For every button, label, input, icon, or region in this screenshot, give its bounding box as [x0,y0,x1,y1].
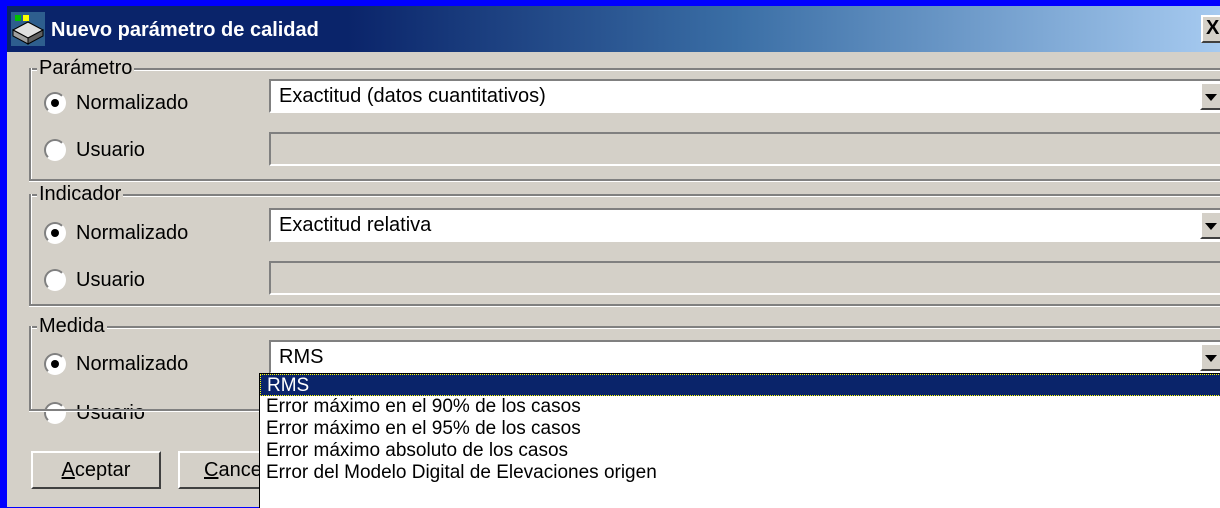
medida-combo[interactable]: RMS [269,340,1220,374]
radio-dot [51,99,59,107]
medida-normalizado-radio[interactable] [44,353,66,375]
group-indicador-legend: Indicador [37,182,124,206]
indicador-usuario-label[interactable]: Usuario [76,268,145,292]
indicador-combo[interactable]: Exactitud relativa [269,208,1220,242]
window-title: Nuevo parámetro de calidad [51,19,319,41]
dropdown-option[interactable]: Error máximo en el 90% de los casos [260,396,1220,418]
radio-dot [51,360,59,368]
accept-button[interactable]: Aceptar [31,451,161,489]
radio-dot [51,229,59,237]
map-icon [11,12,45,46]
group-indicador-left [29,194,31,306]
parametro-usuario-radio[interactable] [44,139,66,161]
dropdown-option[interactable]: Error máximo absoluto de los casos [260,440,1220,462]
indicador-normalizado-label[interactable]: Normalizado [76,221,188,245]
group-indicador-frame [29,194,1220,196]
chevron-down-icon [1205,355,1217,362]
parametro-combo-value: Exactitud (datos cuantitativos) [279,85,546,107]
medida-usuario-label[interactable]: Usuario [76,401,145,425]
close-icon: X [1206,17,1220,39]
title-bar[interactable]: Nuevo parámetro de calidad X [7,6,1220,52]
group-indicador-bottom [29,304,1220,306]
dropdown-option[interactable]: RMS [260,374,1220,396]
parametro-normalizado-label[interactable]: Normalizado [76,91,188,115]
chevron-down-icon [1205,94,1217,101]
medida-dropdown-button[interactable] [1200,343,1220,371]
parametro-combo[interactable]: Exactitud (datos cuantitativos) [269,79,1220,113]
group-medida-left [29,326,31,411]
parametro-usuario-label[interactable]: Usuario [76,138,145,162]
dropdown-option[interactable]: Error máximo en el 95% de los casos [260,418,1220,440]
group-parametro-frame [29,68,1220,70]
group-parametro-bottom [29,179,1220,181]
medida-dropdown-list[interactable]: RMS Error máximo en el 90% de los casos … [259,373,1220,508]
group-medida-legend: Medida [37,314,107,338]
group-parametro-left [29,68,31,181]
accept-label: ceptar [74,459,131,481]
medida-usuario-radio[interactable] [44,402,66,424]
indicador-usuario-radio[interactable] [44,269,66,291]
cancel-label: ance [218,459,262,481]
indicador-usuario-field[interactable] [269,261,1220,295]
close-button[interactable]: X [1201,15,1220,43]
indicador-combo-value: Exactitud relativa [279,214,432,236]
accept-mnemonic: A [61,459,75,481]
indicador-normalizado-radio[interactable] [44,222,66,244]
parametro-normalizado-radio[interactable] [44,92,66,114]
dropdown-option[interactable]: Error del Modelo Digital de Elevaciones … [260,462,1220,484]
cancel-mnemonic: C [204,459,219,481]
indicador-dropdown-button[interactable] [1200,211,1220,239]
group-parametro-legend: Parámetro [37,56,135,80]
group-medida-frame [29,326,1220,328]
chevron-down-icon [1205,223,1217,230]
parametro-dropdown-button[interactable] [1200,82,1220,110]
parametro-usuario-field[interactable] [269,132,1220,166]
medida-normalizado-label[interactable]: Normalizado [76,352,188,376]
medida-combo-value: RMS [279,346,324,368]
